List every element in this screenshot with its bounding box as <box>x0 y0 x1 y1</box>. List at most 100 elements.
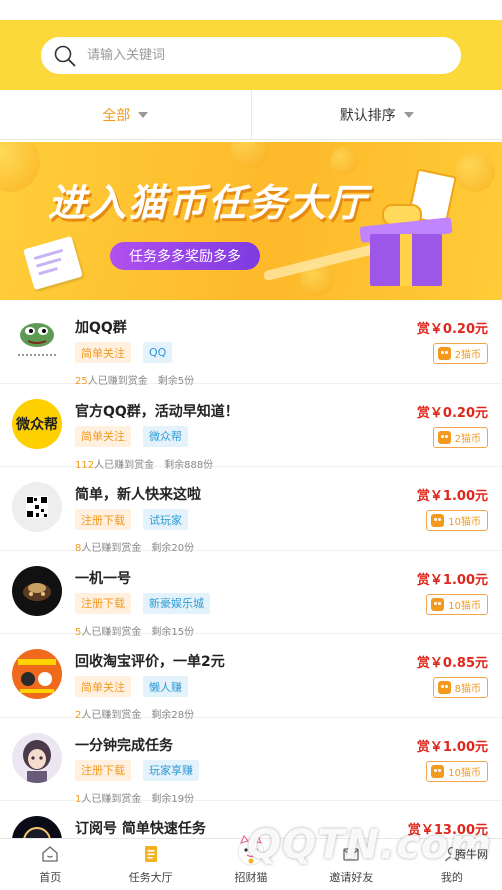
coin-amount: 2猫币 <box>454 350 481 361</box>
sort-filter[interactable]: 默认排序 <box>250 90 502 139</box>
task-reward: 赏￥1.00元 <box>416 489 488 504</box>
chevron-down-icon <box>138 111 149 118</box>
task-item[interactable]: 加QQ群 简单关注 QQ 25人已赚到赏金 剩余5份 赏￥0.20元 2猫币 <box>0 300 502 387</box>
task-title: 回收淘宝评价，一单2元 <box>75 654 225 670</box>
orange-avatar-image <box>12 649 62 699</box>
task-title: 一分钟完成任务 <box>75 737 173 754</box>
task-title: 加QQ群 <box>75 320 127 336</box>
nav-home-label: 首页 <box>39 871 62 884</box>
promo-banner[interactable]: 进入猫币任务大厅 任务多多奖励多多 <box>0 142 502 300</box>
task-tags: 简单关注 懒人赚 <box>75 676 200 697</box>
coin-decoration <box>455 152 495 192</box>
avatar-logo-text: 微众帮 <box>16 416 58 433</box>
task-type-tag: 注册下载 <box>75 759 131 781</box>
search-input[interactable] <box>87 48 417 63</box>
document-illustration <box>23 235 83 291</box>
coin-amount: 10猫币 <box>448 767 481 779</box>
task-type-tag: 注册下载 <box>75 592 131 614</box>
nav-home[interactable]: 首页 <box>0 839 100 890</box>
task-title: 官方QQ群，活动早知道！ <box>75 403 239 420</box>
sort-filter-label: 默认排序 <box>339 107 396 124</box>
coin-amount: 8猫币 <box>454 684 481 695</box>
cat-coin-icon <box>431 514 445 527</box>
cat-coin-icon <box>431 764 445 778</box>
task-source-tag: 微众帮 <box>143 425 188 447</box>
task-tags: 注册下载 试玩家 <box>75 509 200 530</box>
document-line <box>38 266 59 276</box>
category-filter-label: 全部 <box>102 107 131 124</box>
task-title: 简单，新人快来这啦 <box>75 487 201 503</box>
home-icon <box>42 846 58 862</box>
coin-decoration <box>230 142 270 168</box>
task-reward: 赏￥1.00元 <box>416 739 488 755</box>
task-source-tag: 试玩家 <box>143 509 188 530</box>
coin-badge: 10猫币 <box>426 510 488 531</box>
task-hall-icon <box>144 846 157 862</box>
task-tags: 简单关注 QQ <box>75 342 184 363</box>
gift-box-band <box>400 234 412 286</box>
category-filter[interactable]: 全部 <box>0 90 251 139</box>
nav-invite-label: 邀请好友 <box>329 871 374 884</box>
coin-badge: 2猫币 <box>432 426 488 448</box>
banner-slogan: 任务多多奖励多多 <box>110 242 260 270</box>
coin-badge: 10猫币 <box>426 760 488 782</box>
nav-lucky-cat-label: 招财猫 <box>234 871 268 884</box>
anime-avatar-image <box>12 732 62 783</box>
task-type-tag: 注册下载 <box>75 509 131 530</box>
task-type-tag: 简单关注 <box>75 342 131 363</box>
coin-badge: 8猫币 <box>432 677 488 698</box>
search-icon <box>54 45 76 66</box>
coin-badge: 2猫币 <box>432 343 488 364</box>
task-item[interactable]: 一机一号 注册下载 新豪娱乐城 5人已赚到赏金 剩余15份 赏￥1.00元 10猫… <box>0 551 502 638</box>
task-type-tag: 简单关注 <box>75 425 131 447</box>
nav-task-hall[interactable]: 任务大厅 <box>100 839 200 890</box>
task-tags: 注册下载 玩家享赚 <box>75 759 211 781</box>
task-reward: 赏￥0.20元 <box>416 322 488 337</box>
task-avatar <box>12 315 62 365</box>
task-source-tag: QQ <box>143 342 173 363</box>
task-source-tag: 玩家享赚 <box>143 759 199 781</box>
task-source-tag: 懒人赚 <box>143 676 188 697</box>
dark-avatar-image <box>12 565 62 616</box>
coin-decoration <box>0 142 40 192</box>
task-item[interactable]: 微众帮 官方QQ群，活动早知道！ 简单关注 微众帮 112人已赚到赏金 剩余888… <box>0 384 502 471</box>
task-list: 加QQ群 简单关注 QQ 25人已赚到赏金 剩余5份 赏￥0.20元 2猫币 微众… <box>0 300 502 885</box>
cat-coin-icon <box>437 681 451 694</box>
task-item[interactable]: 一分钟完成任务 注册下载 玩家享赚 1人已赚到赏金 剩余19份 赏￥1.00元 1… <box>0 718 502 805</box>
task-reward: 赏￥0.85元 <box>416 656 488 671</box>
qr-code-avatar-image <box>12 482 62 532</box>
status-bar <box>0 0 502 20</box>
task-avatar <box>12 565 62 616</box>
coin-badge: 10猫币 <box>426 593 488 615</box>
chevron-down-icon <box>403 111 414 118</box>
task-type-tag: 简单关注 <box>75 676 131 697</box>
nav-task-hall-label: 任务大厅 <box>128 871 173 884</box>
task-reward: 赏￥0.20元 <box>416 405 488 421</box>
task-avatar <box>12 649 62 699</box>
nav-mine-label: 我的 <box>440 871 463 884</box>
search-box[interactable] <box>41 37 461 74</box>
task-title: 一机一号 <box>75 570 131 587</box>
task-item[interactable]: 回收淘宝评价，一单2元 简单关注 懒人赚 2人已赚到赏金 剩余28份 赏￥0.85… <box>0 634 502 721</box>
task-title: 订阅号 简单快速任务 <box>75 821 206 837</box>
task-avatar <box>12 482 62 532</box>
task-tags: 注册下载 新豪娱乐城 <box>75 592 222 614</box>
app-screen: 全部 默认排序 进入猫币任务大厅 任务多多奖励多多 <box>0 0 502 890</box>
cat-coin-icon <box>431 597 445 611</box>
cat-coin-icon <box>437 430 451 444</box>
search-header <box>0 20 502 90</box>
coin-amount: 10猫币 <box>448 600 481 612</box>
task-avatar <box>12 732 62 783</box>
coin-amount: 10猫币 <box>448 517 481 528</box>
cat-coin-icon <box>437 347 451 360</box>
coin-amount: 2猫币 <box>454 433 481 445</box>
watermark-sub: 腾牛网 <box>455 848 488 861</box>
filter-bar: 全部 默认排序 <box>0 90 502 140</box>
task-item[interactable]: 简单，新人快来这啦 注册下载 试玩家 8人已赚到赏金 剩余20份 赏￥1.00元 … <box>0 467 502 554</box>
task-reward: 赏￥1.00元 <box>416 572 488 588</box>
banner-title: 进入猫币任务大厅 <box>48 181 369 225</box>
frog-avatar-image <box>12 315 62 365</box>
document-line <box>35 257 62 268</box>
task-tags: 简单关注 微众帮 <box>75 425 200 447</box>
coin-decoration <box>330 147 358 175</box>
